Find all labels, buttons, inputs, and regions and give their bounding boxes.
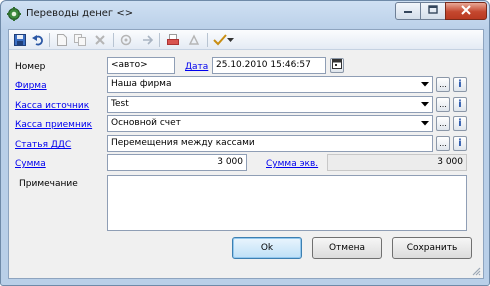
ok-button[interactable]: Ok xyxy=(232,237,302,259)
cash-to-dropdown[interactable] xyxy=(418,116,432,131)
print-icon[interactable] xyxy=(166,33,180,47)
delete-icon[interactable] xyxy=(93,33,107,47)
cash-to-info-button[interactable]: i xyxy=(453,116,467,131)
firm-label[interactable]: Фирма xyxy=(15,81,47,91)
dds-item-field[interactable]: Перемещения между кассами xyxy=(107,135,433,152)
dds-item-info-button[interactable]: i xyxy=(453,136,467,151)
number-field[interactable]: <авто> xyxy=(107,57,175,74)
resize-grip-icon[interactable] xyxy=(471,266,481,276)
info-icon: i xyxy=(458,98,462,110)
cash-to-select[interactable]: Основной счет xyxy=(107,115,433,132)
firm-info-button[interactable]: i xyxy=(453,77,467,92)
cash-from-info-button[interactable]: i xyxy=(453,97,467,112)
refresh-icon[interactable] xyxy=(119,33,133,47)
ellipsis-icon: ... xyxy=(439,118,447,128)
chevron-down-icon xyxy=(421,100,429,110)
cash-from-label[interactable]: Касса источник xyxy=(15,101,89,111)
minimize-icon xyxy=(403,6,413,17)
cash-from-dropdown[interactable] xyxy=(418,97,432,112)
calendar-icon xyxy=(332,59,342,72)
number-label: Номер xyxy=(15,62,46,72)
amount-eq-field: 3 000 xyxy=(327,154,467,171)
amount-field[interactable]: 3 000 xyxy=(107,154,247,171)
maximize-button[interactable] xyxy=(420,2,446,20)
copy-icon[interactable] xyxy=(73,33,87,47)
gear-icon xyxy=(7,7,21,21)
date-label[interactable]: Дата xyxy=(185,62,208,72)
check-icon[interactable] xyxy=(213,33,227,47)
firm-select[interactable]: Наша фирма xyxy=(107,76,433,93)
maximize-icon xyxy=(428,5,438,17)
move-icon[interactable] xyxy=(141,33,155,47)
cash-from-browse-button[interactable]: ... xyxy=(436,97,450,112)
cash-from-select[interactable]: Test xyxy=(107,96,433,113)
undo-icon[interactable] xyxy=(31,33,45,47)
amount-label[interactable]: Сумма xyxy=(15,159,46,169)
cancel-button[interactable]: Отмена xyxy=(312,237,382,259)
info-icon: i xyxy=(458,137,462,149)
ellipsis-icon: ... xyxy=(439,138,447,148)
chevron-down-icon[interactable] xyxy=(226,33,234,47)
new-icon[interactable] xyxy=(55,33,69,47)
dds-item-browse-button[interactable]: ... xyxy=(436,136,450,151)
close-icon xyxy=(461,4,471,18)
firm-dropdown[interactable] xyxy=(418,77,432,92)
dds-item-label[interactable]: Статья ДДС xyxy=(15,140,71,150)
window-title: Переводы денег <> xyxy=(26,8,134,19)
note-textarea[interactable] xyxy=(107,175,467,231)
app-window: Переводы денег <> Номер <авто> Дата 25.1… xyxy=(0,0,490,286)
ellipsis-icon: ... xyxy=(439,99,447,109)
info-icon: i xyxy=(458,78,462,90)
cash-to-browse-button[interactable]: ... xyxy=(436,116,450,131)
save-icon[interactable] xyxy=(13,33,27,47)
toolbar xyxy=(9,30,483,50)
chevron-down-icon xyxy=(421,119,429,129)
cash-to-label[interactable]: Касса приемник xyxy=(15,120,92,130)
form-client-area: Номер <авто> Дата 25.10.2010 15:46:57 Фи… xyxy=(8,29,484,279)
firm-browse-button[interactable]: ... xyxy=(436,77,450,92)
save-button[interactable]: Сохранить xyxy=(392,237,472,259)
ellipsis-icon: ... xyxy=(439,79,447,89)
minimize-button[interactable] xyxy=(395,2,421,20)
note-label: Примечание xyxy=(19,179,78,189)
close-button[interactable] xyxy=(445,2,487,20)
amount-eq-label[interactable]: Сумма экв. xyxy=(266,159,318,169)
post-icon[interactable] xyxy=(187,33,201,47)
info-icon: i xyxy=(458,117,462,129)
title-bar[interactable]: Переводы денег <> xyxy=(1,1,489,29)
calendar-button[interactable] xyxy=(330,58,344,73)
chevron-down-icon xyxy=(421,80,429,90)
date-field[interactable]: 25.10.2010 15:46:57 xyxy=(212,57,326,74)
